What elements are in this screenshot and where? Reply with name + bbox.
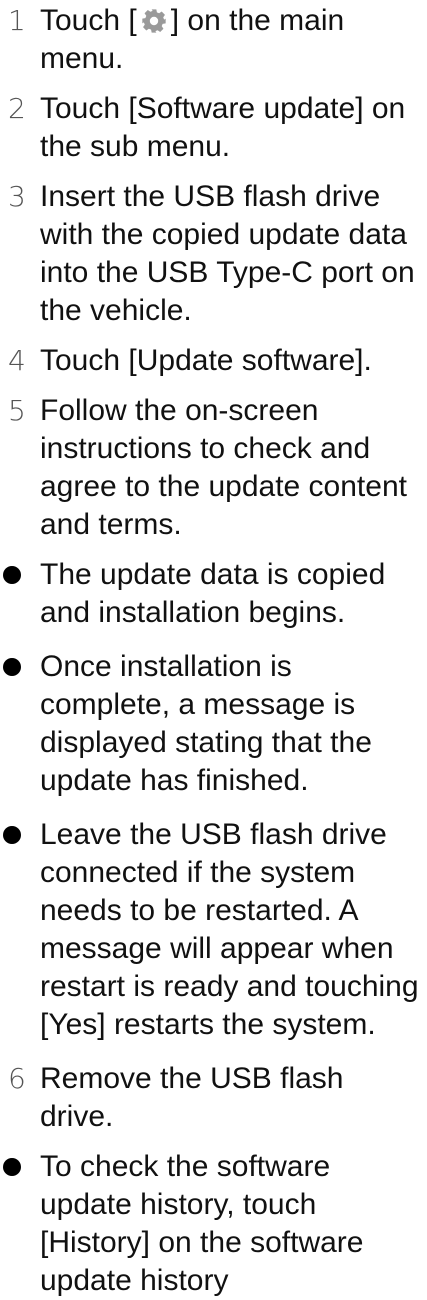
step-number: 3 <box>8 180 26 213</box>
step-number: 6 <box>8 1062 26 1095</box>
step-number: 1 <box>8 4 26 37</box>
note-text: To check the software update history, to… <box>40 1150 364 1297</box>
step-6: 6 Remove the USB flash drive. <box>0 1060 427 1136</box>
step-text-before-icon: Touch [ <box>40 4 137 37</box>
instructions-page: 1 Touch [] on the main menu. 2 Touch [So… <box>0 0 427 1297</box>
note-item: To check the software update history, to… <box>0 1148 427 1300</box>
step-text: Touch [Software update] on the sub menu. <box>40 92 406 163</box>
step-4: 4 Touch [Update software]. <box>0 342 427 380</box>
step-number: 5 <box>8 394 26 427</box>
gear-icon <box>140 7 168 35</box>
note-text: Once installation is complete, a message… <box>40 650 372 797</box>
bullet-icon <box>3 1158 21 1176</box>
note-text: The update data is copied and installati… <box>40 558 386 629</box>
step-text: Remove the USB flash drive. <box>40 1062 344 1133</box>
bullet-icon <box>3 566 21 584</box>
step-text: Insert the USB flash drive with the copi… <box>40 180 415 327</box>
note-item: Leave the USB flash drive connected if t… <box>0 816 427 1044</box>
step-3: 3 Insert the USB flash drive with the co… <box>0 178 427 330</box>
step-number: 4 <box>8 344 26 377</box>
bullet-icon <box>3 826 21 844</box>
step-text: Follow the on-screen instructions to che… <box>40 394 407 541</box>
note-item: The update data is copied and installati… <box>0 556 427 632</box>
step-text: Touch [Update software]. <box>40 344 372 377</box>
step-number: 2 <box>8 92 26 125</box>
step-5: 5 Follow the on-screen instructions to c… <box>0 392 427 544</box>
step-2: 2 Touch [Software update] on the sub men… <box>0 90 427 166</box>
note-item: Once installation is complete, a message… <box>0 648 427 800</box>
note-text: Leave the USB flash drive connected if t… <box>40 818 419 1041</box>
step-1: 1 Touch [] on the main menu. <box>0 2 427 78</box>
bullet-icon <box>3 658 21 676</box>
